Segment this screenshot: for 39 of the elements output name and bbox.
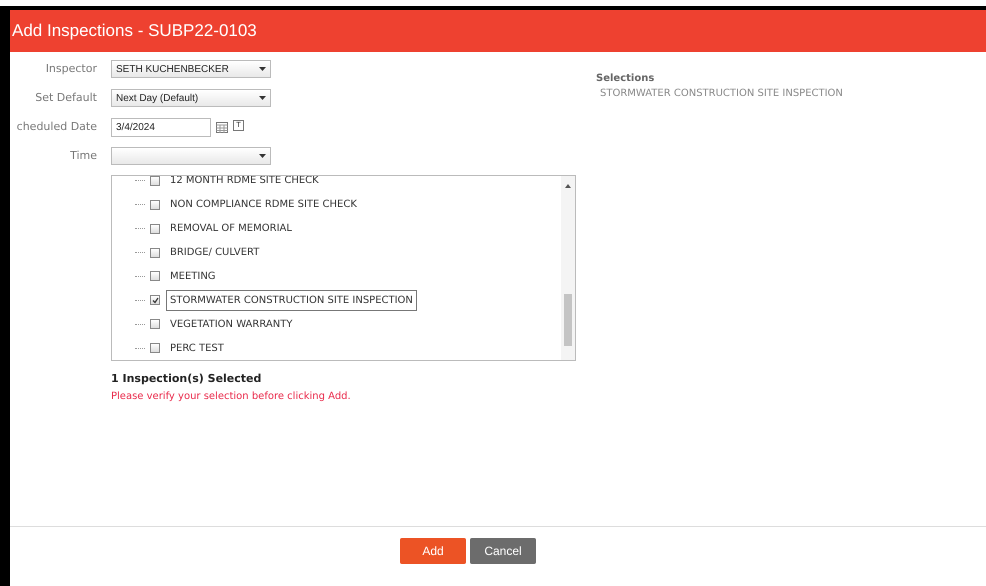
field-label: Time — [69, 148, 97, 164]
field-label: Set Default — [34, 90, 97, 106]
caret-icon — [259, 154, 266, 158]
checkbox[interactable] — [150, 319, 160, 330]
dropdown[interactable]: SETH KUCHENBECKER — [111, 60, 271, 78]
calendar-icon[interactable] — [216, 122, 228, 132]
checkbox[interactable] — [150, 176, 160, 186]
dropdown[interactable]: Next Day (Default) — [111, 89, 271, 107]
field-label: cheduled Date — [16, 118, 97, 135]
tree-item[interactable]: VEGETATION WARRANTY — [166, 314, 296, 335]
checkbox[interactable] — [150, 200, 160, 210]
selection-item: STORMWATER CONSTRUCTION SITE INSPECTION — [599, 87, 843, 101]
scroll-up-icon[interactable] — [565, 184, 571, 188]
dialog-title: Add Inspections - SUBP22-0103 — [12, 20, 257, 42]
selection-count: 1 Inspection(s) Selected — [111, 371, 262, 387]
tree-item[interactable]: BRIDGE/ CULVERT — [166, 242, 264, 264]
caret-icon — [259, 67, 266, 71]
tree-item[interactable]: PERC TEST — [166, 338, 228, 359]
date-field[interactable]: 3/4/2024 — [111, 118, 211, 136]
cancel-button[interactable]: Cancel — [470, 538, 536, 564]
add-button[interactable]: Add — [400, 538, 466, 564]
tree-item[interactable]: 12 MONTH RDME SITE CHECK — [166, 176, 323, 192]
scrollbar[interactable] — [561, 176, 575, 360]
checkbox[interactable] — [150, 271, 160, 282]
tree-item[interactable]: REMOVAL OF MEMORIAL — [166, 218, 296, 240]
checkbox[interactable] — [150, 224, 160, 234]
dropdown[interactable] — [111, 147, 271, 165]
warning-message: Please verify your selection before clicking Add. — [111, 390, 352, 404]
tree-item[interactable]: STORMWATER CONSTRUCTION SITE INSPECTION — [166, 290, 417, 311]
check-icon — [152, 296, 158, 304]
field-label: Inspector — [44, 60, 97, 77]
checkbox[interactable] — [150, 343, 160, 354]
tree-item[interactable]: MEETING — [166, 266, 220, 287]
caret-icon — [259, 96, 266, 100]
checkbox[interactable] — [150, 295, 160, 306]
selections-heading: Selections — [596, 72, 656, 86]
checkbox[interactable] — [150, 248, 160, 258]
scrollbar-thumb[interactable] — [564, 294, 572, 346]
tree-item[interactable]: NON COMPLIANCE RDME SITE CHECK — [166, 194, 361, 216]
